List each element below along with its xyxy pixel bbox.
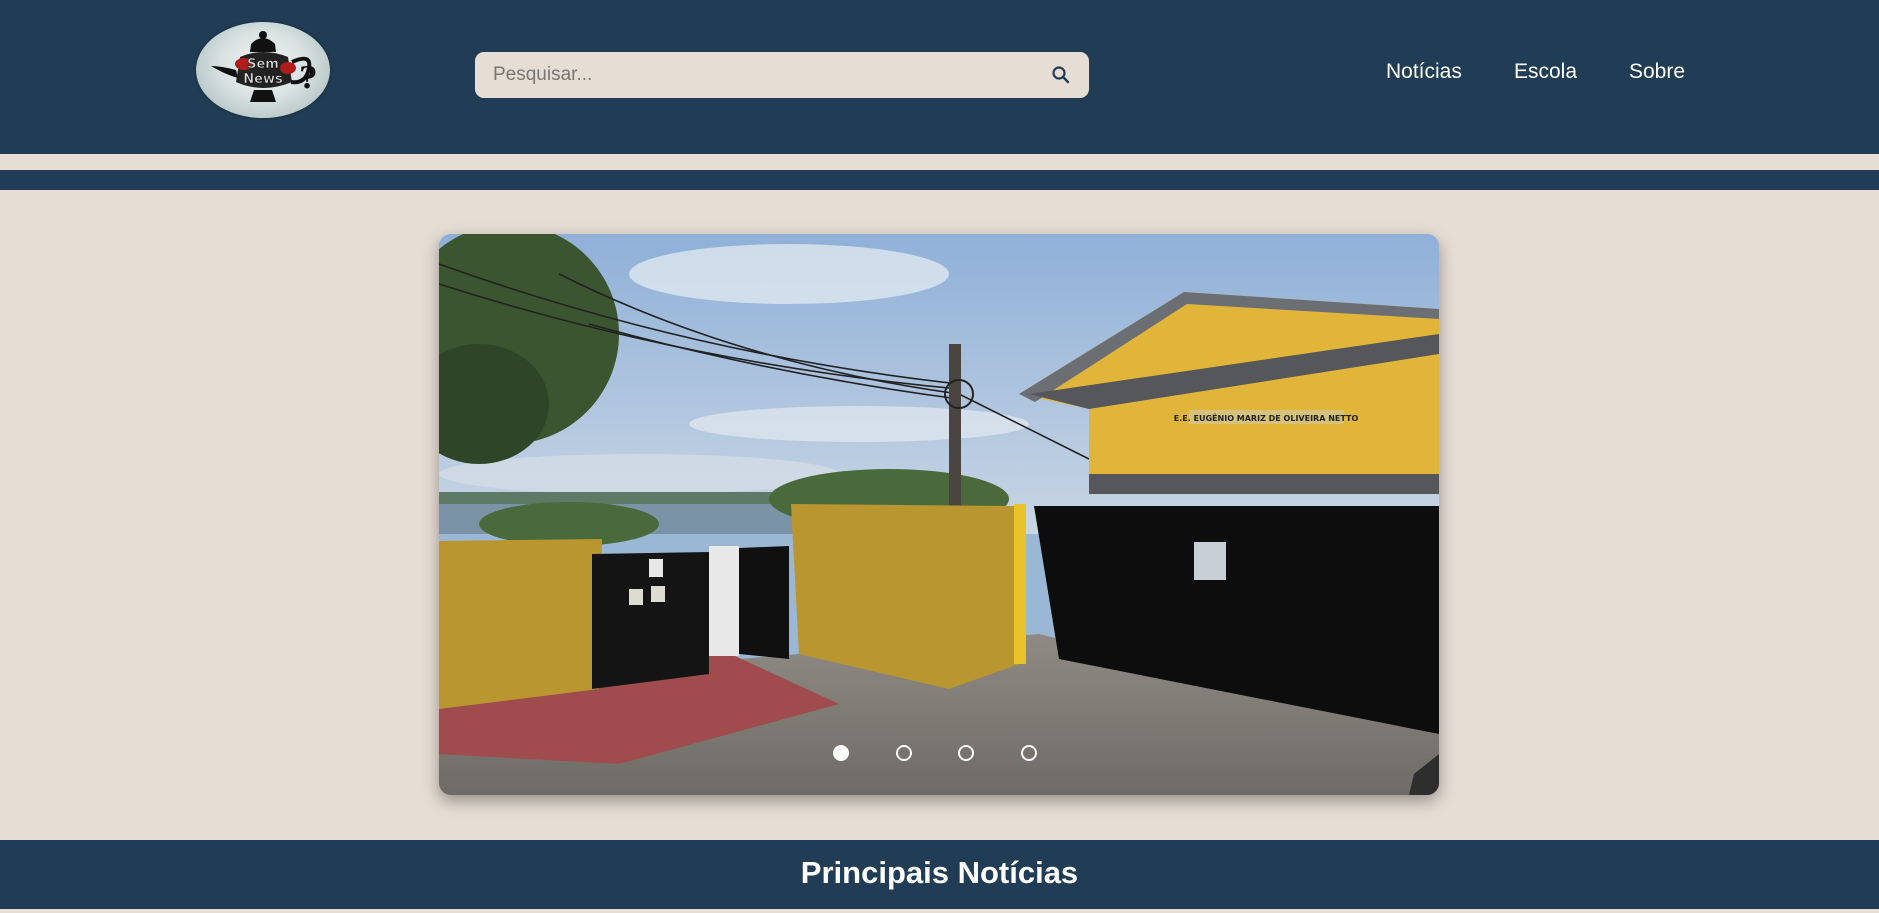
nav-escola-link[interactable]: Escola <box>1514 60 1577 84</box>
carousel-dot-4[interactable] <box>1021 745 1037 761</box>
site-logo[interactable]: Sem News ? <box>196 22 330 118</box>
site-header: Sem News ? Notícias Escola Sobre <box>0 0 1879 154</box>
carousel-dot-2[interactable] <box>896 745 912 761</box>
search-icon[interactable] <box>1051 65 1071 85</box>
header-divider-dark <box>0 170 1879 190</box>
nav-noticias-link[interactable]: Notícias <box>1386 60 1462 84</box>
school-sign-text: E.E. EUGÊNIO MARIZ DE OLIVEIRA NETTO <box>1174 412 1359 423</box>
header-divider-light <box>0 154 1879 170</box>
section-bottom-line <box>0 909 1879 913</box>
lamp-logo-icon: Sem News ? <box>211 31 317 102</box>
logo-text-top: Sem <box>247 57 279 72</box>
logo-text-bottom: News <box>243 72 283 87</box>
carousel-dot-3[interactable] <box>958 745 974 761</box>
image-carousel[interactable]: E.E. EUGÊNIO MARIZ DE OLIVEIRA NETTO <box>439 234 1439 795</box>
question-mark-icon: ? <box>299 61 317 96</box>
nav-sobre-link[interactable]: Sobre <box>1629 60 1685 84</box>
search-bar <box>475 52 1089 98</box>
search-input[interactable] <box>493 52 1013 98</box>
carousel-dot-1[interactable] <box>833 745 849 761</box>
section-title: Principais Notícias <box>800 855 1079 890</box>
school-gate-photo: E.E. EUGÊNIO MARIZ DE OLIVEIRA NETTO <box>439 234 1439 795</box>
